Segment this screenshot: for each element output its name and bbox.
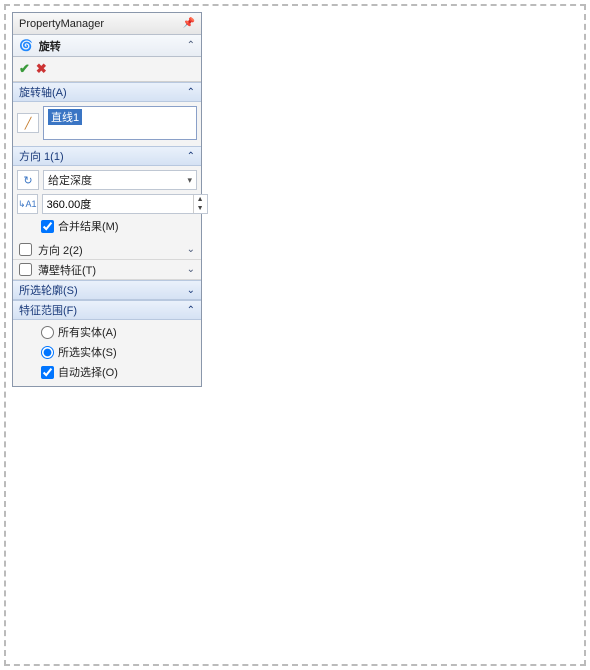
dim-fillet-r05[interactable]: R0.50	[291, 264, 314, 301]
scope-all-label: 所有实体(A)	[58, 324, 117, 340]
pm-header: PropertyManager 📌	[13, 13, 201, 35]
revolve-icon: 🌀	[19, 39, 33, 52]
sketch-point[interactable]	[341, 215, 353, 227]
section-thin-label: 薄壁特征(T)	[38, 262, 96, 278]
cancel-button[interactable]: ✖	[36, 61, 47, 77]
angle-field[interactable]	[43, 195, 193, 213]
section-contour-header[interactable]: 所选轮廓(S) ⌄	[13, 280, 201, 300]
sphere	[228, 167, 338, 277]
sketch-point[interactable]	[339, 295, 351, 307]
section-axis-body: ╱ 直线1	[13, 102, 201, 146]
section-dir1-header[interactable]: 方向 1(1) ⌃	[13, 146, 201, 166]
section-scope-body: 所有实体(A) 所选实体(S) 自动选择(O)	[13, 320, 201, 386]
pm-title: PropertyManager	[19, 18, 104, 30]
sketch-point[interactable]	[367, 321, 379, 333]
chevron-up-icon: ⌃	[187, 87, 195, 98]
auto-select-checkbox[interactable]	[41, 366, 54, 379]
section-thin-header[interactable]: 薄壁特征(T) ⌄	[13, 260, 201, 280]
spin-down[interactable]: ▼	[194, 204, 207, 213]
axis-icon: ╱	[17, 113, 39, 133]
section-dir2-label: 方向 2(2)	[38, 242, 83, 258]
chevron-down-icon: ⌄	[187, 244, 195, 255]
feature-title: 旋转	[39, 38, 61, 54]
angle-icon: ↳A1	[17, 194, 38, 214]
sketch-point[interactable]	[277, 287, 289, 299]
section-axis-label: 旋转轴(A)	[19, 84, 67, 100]
thin-enable-checkbox[interactable]	[19, 263, 32, 276]
auto-select-row[interactable]: 自动选择(O)	[17, 364, 197, 380]
section-scope-header[interactable]: 特征范围(F) ⌃	[13, 300, 201, 320]
section-dir1-label: 方向 1(1)	[19, 148, 64, 164]
revolve-axis-line	[283, 137, 284, 567]
scope-sel-row[interactable]: 所选实体(S)	[17, 344, 197, 360]
sketch-point[interactable]	[325, 321, 337, 333]
sketch-point[interactable]	[279, 377, 291, 389]
sketch-point[interactable]	[319, 295, 331, 307]
sketch-point[interactable]	[343, 379, 355, 391]
ok-button[interactable]: ✔	[19, 61, 30, 77]
feature-title-row: 🌀 旋转 ⌃	[13, 35, 201, 57]
chevron-down-icon: ⌄	[187, 285, 195, 296]
confirm-row: ✔ ✖	[13, 57, 201, 82]
dim-top-radius[interactable]: 5	[301, 205, 310, 226]
merge-result-row[interactable]: 合并结果(M)	[17, 218, 197, 234]
axis-selected-item[interactable]: 直线1	[48, 109, 82, 125]
dir2-enable-checkbox[interactable]	[19, 243, 32, 256]
base-cylinder	[208, 321, 358, 393]
section-axis-header[interactable]: 旋转轴(A) ⌃	[13, 82, 201, 102]
scope-all-radio[interactable]	[41, 326, 54, 339]
sketch-point[interactable]	[275, 231, 287, 243]
section-contour-label: 所选轮廓(S)	[19, 282, 78, 298]
merge-result-checkbox[interactable]	[41, 220, 54, 233]
chevron-icon[interactable]: ⌃	[187, 40, 195, 51]
end-condition-value: 给定深度	[48, 172, 92, 188]
scope-sel-radio[interactable]	[41, 346, 54, 359]
sketch-point[interactable]	[347, 321, 359, 333]
ring-lower	[224, 297, 342, 327]
chevron-up-icon: ⌃	[187, 305, 195, 316]
sketch-point[interactable]	[299, 377, 311, 389]
base-top-face	[208, 319, 358, 353]
axis-selection-box[interactable]: 直线1	[43, 106, 197, 140]
sketch-point[interactable]	[277, 537, 289, 549]
pin-icon[interactable]: 📌	[183, 18, 195, 29]
auto-select-label: 自动选择(O)	[58, 364, 118, 380]
reverse-direction-icon[interactable]: ↻	[17, 170, 39, 190]
end-condition-combo[interactable]: 给定深度 ▾	[43, 170, 197, 190]
property-manager-panel: PropertyManager 📌 🌀 旋转 ⌃ ✔ ✖ 旋转轴(A) ⌃ ╱ …	[12, 12, 202, 387]
sketch-point[interactable]	[367, 379, 379, 391]
dim-fillet-r1[interactable]: R1	[290, 321, 314, 346]
section-dir1-body: ↻ 给定深度 ▾ ↳A1 ▲▼ 合并结果(M)	[13, 166, 201, 240]
spin-up[interactable]: ▲	[194, 195, 207, 204]
merge-result-label: 合并结果(M)	[58, 218, 119, 234]
dim-right-height[interactable]: 3.50	[413, 332, 434, 364]
scope-all-row[interactable]: 所有实体(A)	[17, 324, 197, 340]
section-scope-label: 特征范围(F)	[19, 302, 77, 318]
section-dir2-header[interactable]: 方向 2(2) ⌄	[13, 240, 201, 260]
sketch-point[interactable]	[359, 295, 371, 307]
dim-bottom-width[interactable]: 7.50	[245, 445, 277, 466]
chevron-down-icon: ⌄	[187, 264, 195, 275]
angle-input[interactable]: ▲▼	[42, 194, 208, 214]
sketch-point[interactable]	[278, 259, 290, 271]
scope-sel-label: 所选实体(S)	[58, 344, 117, 360]
watermark: 工程师	[472, 546, 554, 628]
ring-upper	[236, 275, 331, 303]
sketch-point[interactable]	[321, 211, 333, 223]
chevron-down-icon: ▾	[187, 175, 192, 186]
chevron-up-icon: ⌃	[187, 151, 195, 162]
